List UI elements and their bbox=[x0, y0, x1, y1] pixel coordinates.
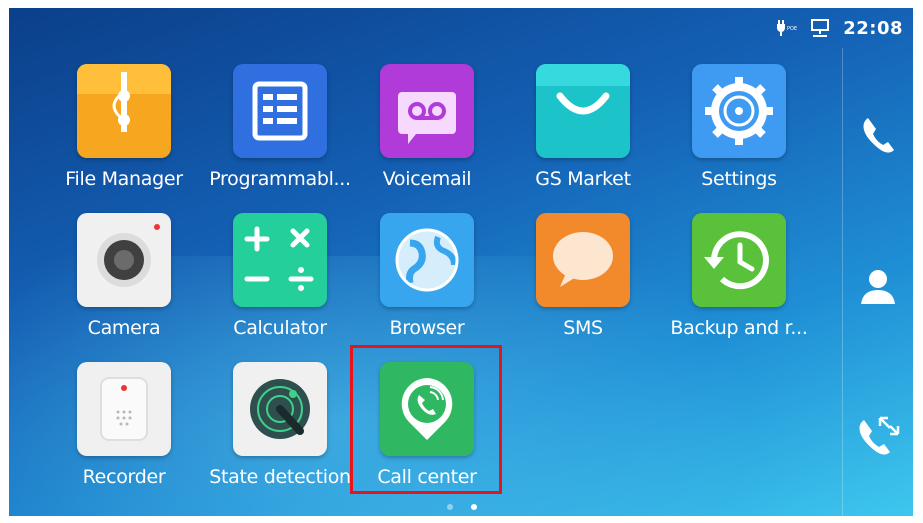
app-label: State detection bbox=[209, 466, 351, 488]
sms-icon bbox=[536, 213, 630, 307]
backup-restore-icon bbox=[692, 213, 786, 307]
poe-power-icon: POE bbox=[775, 19, 797, 37]
app-label: Camera bbox=[87, 317, 161, 339]
file-manager-icon bbox=[77, 64, 171, 158]
gs-market-icon bbox=[536, 64, 630, 158]
call-center-icon bbox=[380, 362, 474, 456]
app-voicemail[interactable]: Voicemail bbox=[349, 64, 505, 204]
call-history-button[interactable] bbox=[856, 412, 900, 456]
app-programmable-keys[interactable]: Programmabl... bbox=[202, 64, 358, 204]
app-state-detection[interactable]: State detection bbox=[202, 362, 358, 502]
programmable-keys-icon bbox=[233, 64, 327, 158]
clock: 22:08 bbox=[843, 17, 903, 39]
app-label: GS Market bbox=[535, 168, 631, 190]
app-label: Settings bbox=[701, 168, 777, 190]
camera-icon bbox=[77, 213, 171, 307]
app-label: Backup and r... bbox=[670, 317, 808, 339]
app-gs-market[interactable]: GS Market bbox=[505, 64, 661, 204]
app-label: Programmabl... bbox=[209, 168, 351, 190]
app-browser[interactable]: Browser bbox=[349, 213, 505, 353]
app-label: Browser bbox=[389, 317, 465, 339]
app-label: Voicemail bbox=[382, 168, 472, 190]
side-dock bbox=[842, 48, 913, 516]
page-indicator bbox=[447, 504, 477, 510]
app-label: Recorder bbox=[82, 466, 166, 488]
status-bar: POE 22:08 bbox=[775, 8, 913, 48]
network-icon bbox=[809, 18, 831, 38]
voicemail-icon bbox=[380, 64, 474, 158]
page-dot-1[interactable] bbox=[447, 504, 453, 510]
app-recorder[interactable]: Recorder bbox=[46, 362, 202, 502]
app-camera[interactable]: Camera bbox=[46, 213, 202, 353]
browser-icon bbox=[380, 213, 474, 307]
app-backup-restore[interactable]: Backup and r... bbox=[661, 213, 817, 353]
contacts-button[interactable] bbox=[856, 264, 900, 308]
app-calculator[interactable]: Calculator bbox=[202, 213, 358, 353]
app-sms[interactable]: SMS bbox=[505, 213, 661, 353]
app-file-manager[interactable]: File Manager bbox=[46, 64, 202, 204]
app-label: File Manager bbox=[65, 168, 183, 190]
page-dot-2-active[interactable] bbox=[471, 504, 477, 510]
app-label: SMS bbox=[563, 317, 603, 339]
app-call-center[interactable]: Call center bbox=[349, 362, 505, 502]
contacts-icon bbox=[861, 270, 895, 304]
call-history-icon bbox=[859, 416, 900, 455]
app-label: Call center bbox=[377, 466, 477, 488]
svg-text:POE: POE bbox=[787, 26, 797, 32]
recorder-icon bbox=[77, 362, 171, 456]
app-label: Calculator bbox=[233, 317, 327, 339]
state-detection-icon bbox=[233, 362, 327, 456]
settings-icon bbox=[692, 64, 786, 158]
calculator-icon bbox=[233, 213, 327, 307]
home-screen: POE 22:08 File Manager Programmabl... Vo… bbox=[9, 8, 913, 516]
phone-icon bbox=[863, 118, 894, 153]
phone-button[interactable] bbox=[856, 112, 900, 156]
app-settings[interactable]: Settings bbox=[661, 64, 817, 204]
